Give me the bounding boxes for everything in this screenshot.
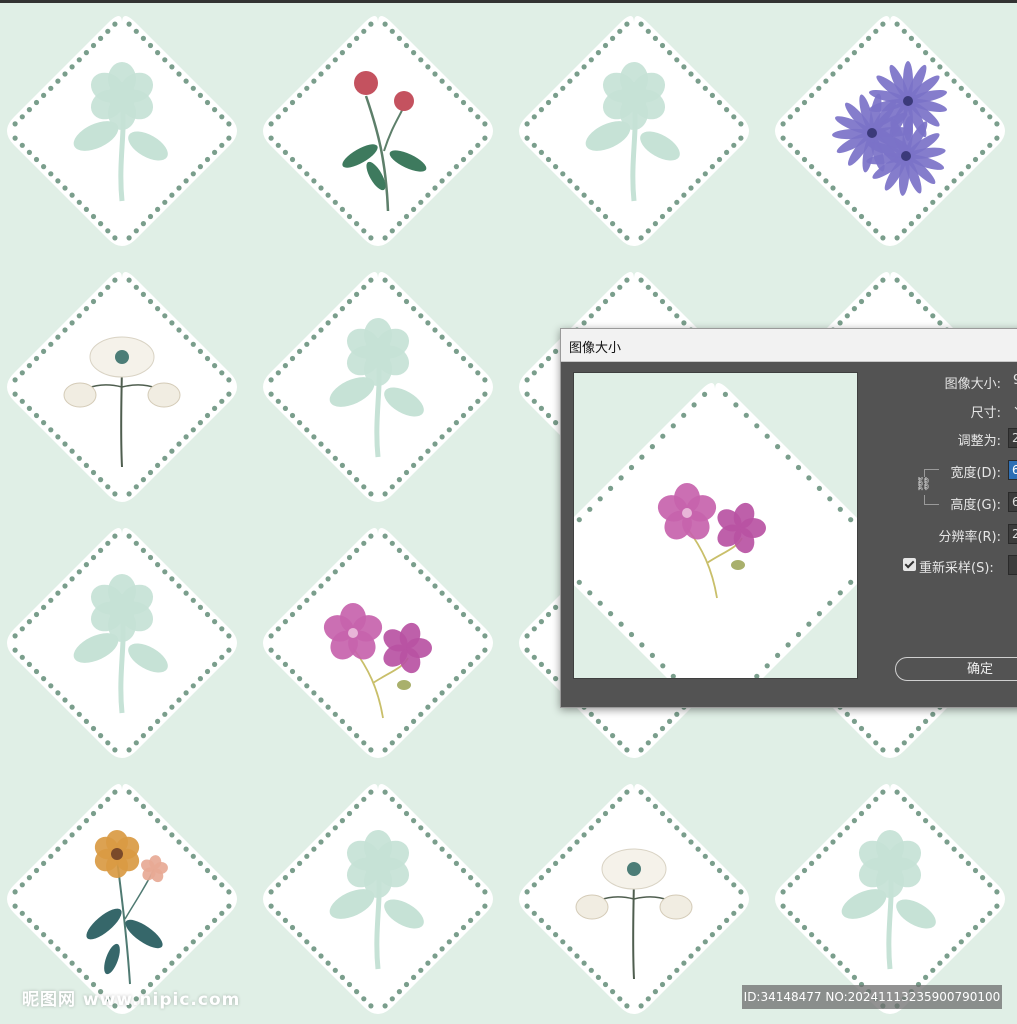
flower-tile-pink-geranium	[263, 528, 493, 758]
flower-tile-purple-chicory	[775, 16, 1005, 246]
resample-select[interactable]	[1008, 555, 1017, 575]
resolution-input[interactable]: 2	[1008, 524, 1017, 544]
fit-to-select[interactable]: 2	[1008, 428, 1017, 448]
fit-to-label: 调整为:	[957, 434, 1001, 449]
height-label: 高度(G):	[950, 498, 1001, 513]
flower-tile-orange-flower	[7, 784, 237, 1014]
ok-button[interactable]: 确定	[895, 657, 1017, 681]
dialog-title: 图像大小	[569, 341, 622, 356]
height-input[interactable]: 6	[1008, 492, 1017, 512]
image-size-value: 9	[1013, 373, 1017, 388]
flower-tile-plant-silhouette	[775, 784, 1005, 1014]
width-label: 宽度(D):	[950, 466, 1001, 481]
watermark-logo: 昵图网 www.nipic.com	[22, 990, 241, 1010]
image-size-label: 图像大小:	[944, 377, 1001, 392]
dimensions-label: 尺寸:	[970, 406, 1001, 421]
flower-tile-rose-silhouette	[7, 528, 237, 758]
width-input[interactable]: 6	[1008, 460, 1017, 480]
flower-tile-poppy-silhouette	[7, 16, 237, 246]
flower-tile-white-poppy-2	[519, 784, 749, 1014]
preview-image	[574, 383, 857, 678]
resample-checkbox[interactable]	[903, 558, 916, 571]
flower-tile-yarrow-silhouette	[263, 272, 493, 502]
dialog-titlebar[interactable]: 图像大小	[561, 329, 1017, 362]
flower-tile-red-clover	[263, 16, 493, 246]
resample-label: 重新采样(S):	[919, 561, 994, 576]
image-size-dialog: 图像大小 图像大小: 9 尺寸: ⌄ 调整为: 2 ⛓ 宽度(D): 6 高度(…	[560, 328, 1017, 708]
flower-tile-anemone-silhouette	[263, 784, 493, 1014]
watermark-id: ID:34148477 NO:20241113235900790100	[742, 985, 1002, 1009]
flower-tile-wildflower-silhouette	[519, 16, 749, 246]
dimensions-dropdown-icon[interactable]: ⌄	[1012, 399, 1017, 414]
resolution-label: 分辨率(R):	[938, 530, 1001, 545]
image-preview[interactable]	[573, 372, 858, 679]
flower-tile-white-poppy	[7, 272, 237, 502]
preview-geranium-tile	[574, 383, 857, 678]
